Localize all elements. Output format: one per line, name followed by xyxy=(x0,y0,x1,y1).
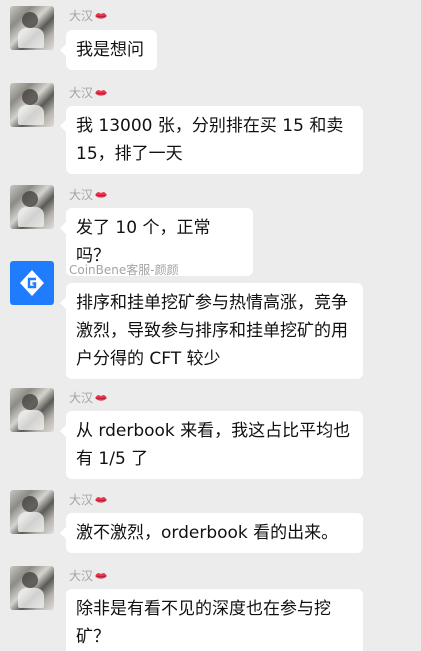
sender-name: 大汉 xyxy=(69,9,94,23)
sender-name: 大汉 xyxy=(69,569,94,583)
message-bubble[interactable]: 从 rderbook 来看，我这占比平均也有 1/5 了 xyxy=(60,411,363,479)
sender-name-row: 大汉 xyxy=(69,492,108,508)
avatar[interactable] xyxy=(10,490,54,534)
message-bubble[interactable]: 激不激烈，orderbook 看的出来。 xyxy=(60,513,363,553)
sender-name: 大汉 xyxy=(69,188,94,202)
message-bubble[interactable]: 我 13000 张，分别排在买 15 和卖 15，排了一天 xyxy=(60,106,363,174)
avatar[interactable] xyxy=(10,566,54,610)
lips-icon xyxy=(95,497,107,503)
lips-icon xyxy=(95,573,107,579)
avatar[interactable] xyxy=(10,185,54,229)
sender-name-row: 大汉 xyxy=(69,568,108,584)
message-text: 我 13000 张，分别排在买 15 和卖 15，排了一天 xyxy=(76,116,344,164)
coinbene-logo-icon xyxy=(20,270,44,296)
lips-icon xyxy=(95,395,107,401)
message-text: 从 rderbook 来看，我这占比平均也有 1/5 了 xyxy=(76,421,351,469)
avatar[interactable] xyxy=(10,6,54,50)
message-text: 激不激烈，orderbook 看的出来。 xyxy=(76,523,339,543)
lips-icon xyxy=(95,13,107,19)
avatar[interactable] xyxy=(10,261,54,305)
sender-name-row: 大汉 xyxy=(69,8,108,24)
chat-history: 大汉 我是想问 大汉 我 13000 张，分别排在买 15 和卖 15，排了一天… xyxy=(0,0,421,651)
sender-name-row: CoinBene客服-颜颜 xyxy=(69,262,179,278)
lips-icon xyxy=(95,90,107,96)
lips-icon xyxy=(95,192,107,198)
message-bubble[interactable]: 除非是有看不见的深度也在参与挖矿？ xyxy=(66,589,363,651)
sender-name: CoinBene客服-颜颜 xyxy=(69,263,179,277)
sender-name-row: 大汉 xyxy=(69,187,108,203)
message-bubble[interactable]: 我是想问 xyxy=(60,30,157,70)
message-text: 我是想问 xyxy=(76,40,144,60)
message-text: 除非是有看不见的深度也在参与挖矿？ xyxy=(76,599,331,647)
sender-name-row: 大汉 xyxy=(69,85,108,101)
sender-name-row: 大汉 xyxy=(69,390,108,406)
sender-name: 大汉 xyxy=(69,86,94,100)
sender-name: 大汉 xyxy=(69,493,94,507)
sender-name: 大汉 xyxy=(69,391,94,405)
message-text: 排序和挂单挖矿参与热情高涨，竞争激烈，导致参与排序和挂单挖矿的用户分得的 CFT… xyxy=(76,293,348,369)
message-text: 发了 10 个，正常吗？ xyxy=(76,218,211,266)
avatar[interactable] xyxy=(10,83,54,127)
avatar[interactable] xyxy=(10,388,54,432)
message-bubble[interactable]: 排序和挂单挖矿参与热情高涨，竞争激烈，导致参与排序和挂单挖矿的用户分得的 CFT… xyxy=(60,283,363,379)
